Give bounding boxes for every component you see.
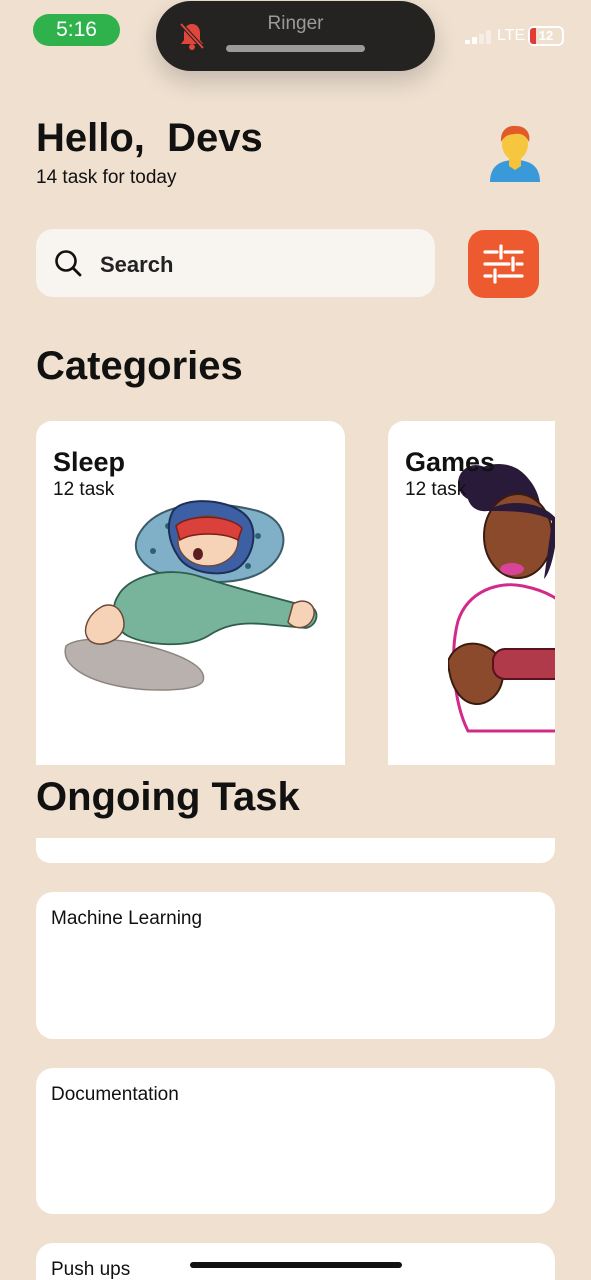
ongoing-task-heading: Ongoing Task xyxy=(36,775,300,819)
search-input[interactable]: Search xyxy=(100,252,173,278)
ringer-volume-bar xyxy=(226,45,365,52)
task-label: Machine Learning xyxy=(51,908,203,929)
network-type: LTE xyxy=(497,27,526,44)
sleeping-girl-illustration xyxy=(64,500,318,691)
battery-icon: 12 xyxy=(528,26,564,46)
home-indicator[interactable] xyxy=(190,1262,402,1268)
category-count: 12 task xyxy=(53,479,115,500)
avatar-icon[interactable] xyxy=(486,122,544,182)
sliders-icon xyxy=(483,244,524,284)
filter-button[interactable] xyxy=(468,230,539,298)
task-label: Push ups xyxy=(51,1259,131,1280)
greeting-title: Hello, Devs xyxy=(36,116,263,160)
category-name: Sleep xyxy=(53,447,126,477)
category-card-games[interactable]: Games 12 task xyxy=(388,421,555,765)
app-screen: 5:16 Ringer LTE 12 Hello, Devs 14 task f… xyxy=(0,0,591,1280)
category-count: 12 task xyxy=(405,479,467,500)
category-name: Games xyxy=(405,447,496,477)
search-bar[interactable]: Search xyxy=(36,229,435,297)
search-icon xyxy=(55,250,82,277)
dynamic-island-ringer: Ringer xyxy=(156,1,435,71)
categories-heading: Categories xyxy=(36,344,243,388)
category-card-sleep[interactable]: Sleep 12 task xyxy=(36,421,345,765)
task-count-subtitle: 14 task for today xyxy=(36,167,177,188)
task-card[interactable]: Documentation xyxy=(36,1068,555,1214)
task-card-partial[interactable] xyxy=(36,838,555,863)
signal-icon xyxy=(465,30,493,44)
bell-slash-icon xyxy=(179,22,205,50)
task-card[interactable]: Machine Learning xyxy=(36,892,555,1039)
gamer-girl-illustration xyxy=(448,463,555,733)
task-label: Documentation xyxy=(51,1084,179,1105)
ringer-label: Ringer xyxy=(267,13,324,34)
status-time: 5:16 xyxy=(33,14,120,46)
